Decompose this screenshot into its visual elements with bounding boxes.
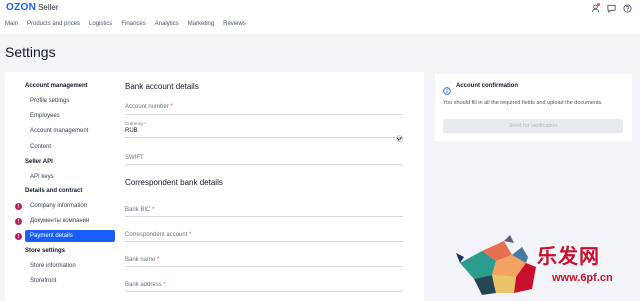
top-bar: OZON Seller Main Products and prices Log… (0, 0, 640, 34)
currency-label-text: Currency (125, 121, 144, 126)
sidebar-item-payment-details[interactable]: Payment details (25, 230, 115, 242)
page-title: Settings (5, 44, 56, 60)
logo-product: Seller (38, 3, 59, 12)
correspondent-account-label: Correspondent account * (125, 232, 191, 238)
nav-analytics[interactable]: Analytics (155, 21, 179, 27)
sidebar-item-company-documents[interactable]: Документы компании (5, 215, 118, 227)
bank-address-label-text: Bank address (125, 282, 162, 288)
main-nav: Main Products and prices Logistics Finan… (5, 21, 246, 27)
watermark-url: www.6pf.cn (552, 272, 613, 284)
account-number-label: Account number * (125, 104, 173, 110)
bank-bic-label: Bank BIC * (125, 207, 154, 213)
sidebar-item-profile-settings[interactable]: Profile settings (5, 95, 118, 107)
confirmation-text: You should fill in all the required fiel… (443, 100, 603, 106)
sidebar-heading-account-management: Account management (25, 83, 88, 89)
sidebar-heading-store-settings: Store settings (25, 248, 66, 254)
info-icon[interactable] (396, 129, 403, 147)
sidebar-item-store-information[interactable]: Store information (5, 260, 118, 272)
sidebar-item-company-information[interactable]: Company information (5, 200, 118, 212)
bank-address-label: Bank address * (125, 282, 166, 288)
bank-account-details-title: Bank account details (125, 82, 199, 91)
bank-bic-field[interactable]: Bank BIC * (125, 205, 403, 217)
bank-bic-label-text: Bank BIC (125, 207, 151, 213)
nav-finances[interactable]: Finances (121, 21, 145, 27)
bank-name-label: Bank name * (125, 257, 159, 263)
header-icons (590, 3, 632, 13)
nav-reviews[interactable]: Reviews (223, 21, 246, 27)
swift-label: SWIFT (125, 155, 144, 161)
send-for-verification-button[interactable]: Send for verification (443, 119, 623, 133)
required-mark: * (170, 104, 173, 110)
help-icon[interactable] (622, 3, 632, 13)
nav-main[interactable]: Main (5, 21, 18, 27)
correspondent-account-label-text: Correspondent account (125, 232, 188, 238)
profile-icon[interactable] (590, 3, 600, 13)
required-mark: * (157, 257, 160, 263)
sidebar-heading-seller-api: Seller API (25, 159, 53, 165)
confirmation-title: Account confirmation (456, 83, 519, 89)
account-number-field[interactable]: Account number * (125, 102, 403, 115)
currency-label: Currency * (125, 121, 146, 126)
watermark-text: 乐发网 (537, 244, 600, 268)
sidebar-item-storefront[interactable]: Storefront (5, 275, 118, 287)
sidebar-item-account-management[interactable]: Account management (5, 125, 118, 137)
bank-name-field[interactable]: Bank name * (125, 255, 403, 267)
sidebar-item-content[interactable]: Content (5, 141, 118, 153)
required-mark: * (152, 207, 155, 213)
bank-address-field[interactable]: Bank address * (125, 280, 403, 292)
ozon-seller-logo[interactable]: OZON Seller (6, 2, 59, 13)
swift-field[interactable]: SWIFT (125, 153, 403, 165)
info-circle-icon (443, 82, 451, 100)
required-mark: * (189, 232, 192, 238)
nav-logistics[interactable]: Logistics (89, 21, 112, 27)
currency-select[interactable]: Currency * RUB (125, 121, 403, 141)
sidebar-item-api-keys[interactable]: API keys (5, 171, 118, 183)
bank-name-label-text: Bank name (125, 257, 156, 263)
sidebar-item-employees[interactable]: Employees (5, 110, 118, 122)
notification-dot (597, 3, 600, 6)
nav-marketing[interactable]: Marketing (188, 21, 214, 27)
warning-badge: ! (15, 233, 22, 240)
logo-brand: OZON (6, 2, 37, 13)
correspondent-bank-details-title: Correspondent bank details (125, 178, 223, 187)
nav-products-and-prices[interactable]: Products and prices (27, 21, 80, 27)
sidebar-heading-details-and-contract: Details and contract (25, 188, 83, 194)
account-confirmation-card: Account confirmation You should fill in … (435, 74, 632, 141)
correspondent-account-field[interactable]: Correspondent account * (125, 230, 403, 242)
settings-sidebar: Account management Profile settings Empl… (5, 72, 118, 301)
account-number-label-text: Account number (125, 104, 169, 110)
currency-value: RUB (125, 128, 138, 134)
required-mark: * (163, 282, 166, 288)
payment-details-form: Bank account details Account number * Cu… (118, 72, 424, 301)
chat-icon[interactable] (606, 3, 616, 13)
required-mark: * (144, 121, 147, 126)
